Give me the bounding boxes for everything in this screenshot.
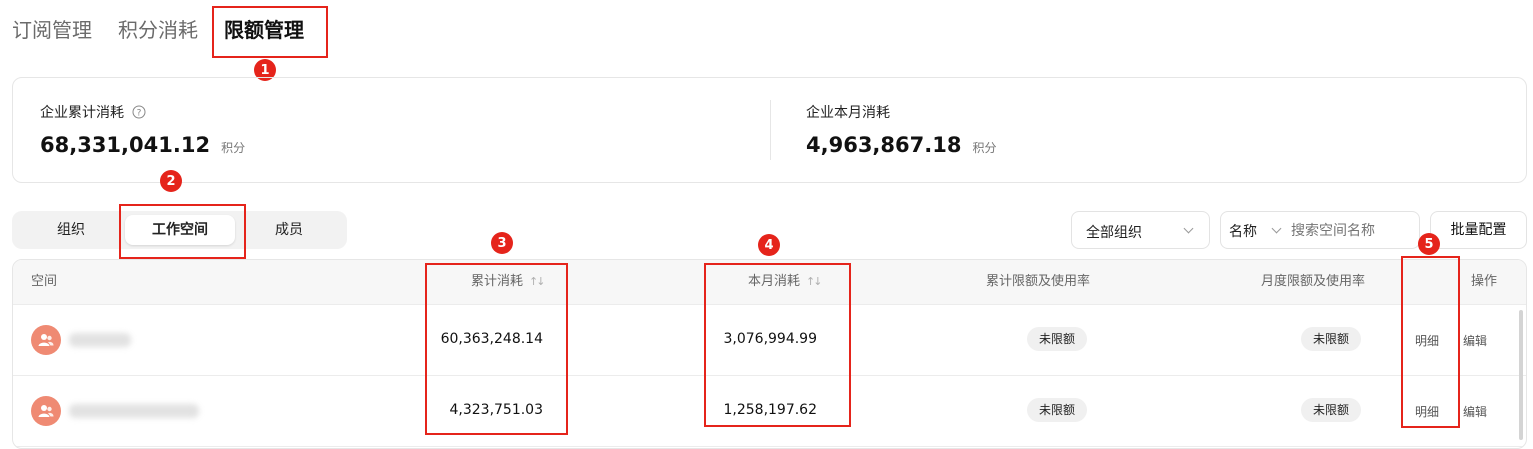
total-usage-unit: 积分 (221, 141, 246, 155)
chevron-down-icon (1183, 223, 1194, 234)
annotation-box-4 (704, 263, 851, 427)
svg-text:?: ? (137, 109, 142, 119)
annotation-box-5 (1401, 256, 1460, 428)
annotation-badge-5: 5 (1418, 233, 1440, 255)
group-icon (38, 405, 54, 417)
workspace-name-redacted (69, 333, 131, 347)
workspace-avatar (31, 396, 61, 426)
header-month-limit: 月度限额及使用率 (1261, 274, 1366, 289)
edit-link[interactable]: 编辑 (1463, 403, 1487, 420)
tab-points-usage[interactable]: 积分消耗 (118, 14, 198, 43)
annotation-badge-2: 2 (160, 170, 182, 192)
annotation-box-3 (425, 263, 568, 435)
total-usage-label: 企业累计消耗 ? (40, 102, 146, 122)
workspace-avatar (31, 325, 61, 355)
field-select[interactable]: 名称 (1229, 221, 1257, 241)
org-select[interactable]: 全部组织 (1071, 211, 1210, 249)
total-limit-badge: 未限额 (1027, 327, 1088, 351)
workspace-name-redacted (69, 404, 199, 418)
stats-card: 企业累计消耗 ? 68,331,041.12 积分 企业本月消耗 4,963,8… (12, 77, 1527, 183)
annotation-box-1 (212, 6, 328, 58)
total-limit-badge: 未限额 (1027, 398, 1088, 422)
month-limit-badge: 未限额 (1301, 398, 1362, 422)
total-usage-value: 68,331,041.12 (40, 133, 211, 157)
chevron-down-icon[interactable] (1271, 223, 1282, 234)
help-icon[interactable]: ? (132, 105, 146, 119)
segment-members[interactable]: 成员 (244, 211, 334, 249)
search-input[interactable] (1289, 219, 1413, 243)
header-actions: 操作 (1471, 274, 1498, 289)
month-usage-value: 4,963,867.18 (806, 133, 962, 157)
annotation-badge-3: 3 (491, 232, 513, 254)
tab-subscription[interactable]: 订阅管理 (12, 14, 92, 43)
divider (770, 100, 771, 160)
group-icon (38, 334, 54, 346)
edit-link[interactable]: 编辑 (1463, 332, 1487, 349)
annotation-badge-4: 4 (758, 234, 780, 256)
month-usage-unit: 积分 (972, 141, 997, 155)
segment-organization[interactable]: 组织 (26, 211, 116, 249)
month-limit-badge: 未限额 (1301, 327, 1362, 351)
search-group: 名称 (1220, 211, 1420, 249)
month-usage: 4,963,867.18 积分 (806, 133, 997, 157)
table-scrollbar[interactable] (1519, 310, 1523, 440)
org-select-value: 全部组织 (1086, 225, 1142, 241)
month-usage-label: 企业本月消耗 (806, 105, 890, 121)
total-usage: 68,331,041.12 积分 (40, 133, 245, 157)
header-total-limit: 累计限额及使用率 (986, 274, 1091, 289)
header-space: 空间 (31, 274, 58, 289)
annotation-box-2 (119, 204, 246, 259)
batch-config-button[interactable]: 批量配置 (1430, 211, 1527, 249)
